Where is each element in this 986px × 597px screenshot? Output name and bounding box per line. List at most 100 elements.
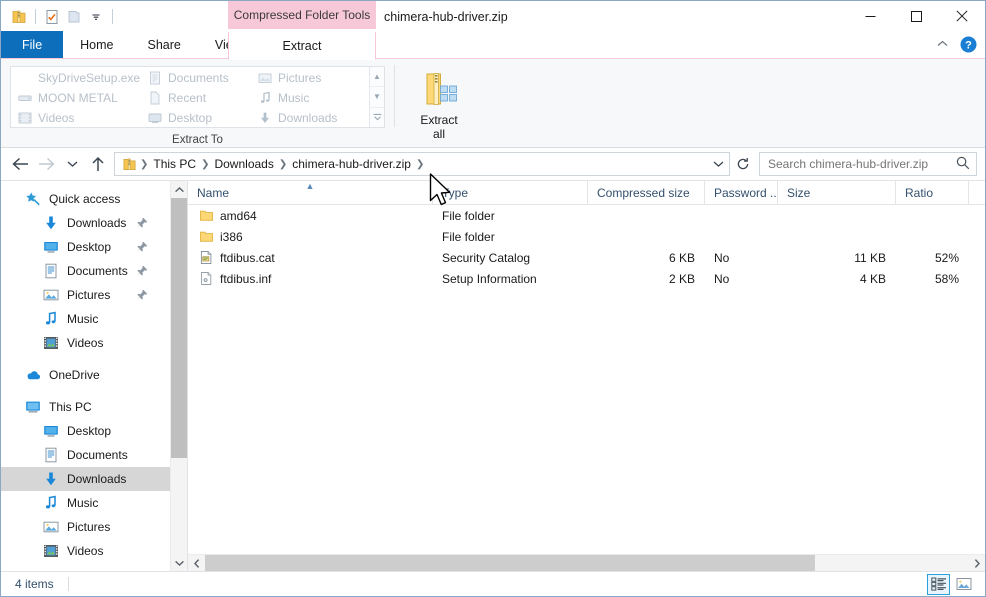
table-row[interactable]: i386 File folder [188, 226, 985, 247]
breadcrumb-current-zip[interactable]: chimera-hub-driver.zip [288, 154, 415, 175]
scroll-left-button[interactable] [188, 555, 205, 571]
gallery-item-moon-metal[interactable]: MOON METAL [13, 88, 143, 108]
breadcrumb-root-icon[interactable] [120, 154, 139, 175]
recent-locations-button[interactable] [59, 151, 85, 177]
star-pin-icon [25, 191, 41, 207]
breadcrumb-bar[interactable]: ❯ This PC ❯ Downloads ❯ chimera-hub-driv… [114, 152, 730, 176]
gallery-more-button[interactable] [370, 108, 384, 127]
sidebar-item-quick-access[interactable]: Quick access [1, 187, 170, 211]
horizontal-scrollbar[interactable] [188, 554, 985, 571]
extract-to-gallery[interactable]: SkyDriveSetup.exe Documents Pictures MOO… [10, 66, 385, 128]
gallery-item-downloads[interactable]: Downloads [253, 108, 368, 128]
sidebar-item-pc-documents[interactable]: Documents [1, 443, 170, 467]
sidebar-item-pc-downloads[interactable]: Downloads [1, 467, 170, 491]
chevron-down-icon[interactable] [709, 153, 727, 175]
scrollbar-thumb[interactable] [205, 555, 816, 571]
videos-icon [43, 335, 59, 351]
sidebar-label: Desktop [67, 424, 112, 438]
search-box[interactable] [759, 152, 977, 176]
sidebar-item-quick-music[interactable]: Music [1, 307, 170, 331]
sidebar-label: Downloads [67, 472, 127, 486]
breadcrumb-separator[interactable]: ❯ [200, 154, 210, 175]
scroll-down-button[interactable] [171, 554, 187, 571]
sidebar-item-pc-pictures[interactable]: Pictures [1, 515, 170, 539]
column-header-ratio[interactable]: Ratio [896, 181, 969, 204]
tab-file[interactable]: File [1, 31, 64, 58]
table-row[interactable]: amd64 File folder [188, 205, 985, 226]
gallery-item-pictures[interactable]: Pictures [253, 68, 368, 88]
column-header-size[interactable]: Size [778, 181, 896, 204]
status-separator [67, 577, 69, 591]
column-header-type[interactable]: Type [433, 181, 588, 204]
table-row[interactable]: ftdibus.inf Setup Information 2 KB No 4 … [188, 268, 985, 289]
pin-icon [136, 241, 148, 253]
up-button[interactable] [85, 151, 111, 177]
chevron-up-icon[interactable] [933, 35, 951, 53]
maximize-button[interactable] [893, 1, 939, 31]
sidebar-item-quick-documents[interactable]: Documents [1, 259, 170, 283]
scrollbar-thumb[interactable] [171, 198, 187, 458]
search-input[interactable] [768, 157, 956, 171]
breadcrumb-separator[interactable]: ❯ [278, 154, 288, 175]
gallery-item-skydrivesetup[interactable]: SkyDriveSetup.exe [13, 68, 143, 88]
tab-share[interactable]: Share [131, 31, 198, 58]
pin-icon [136, 289, 148, 301]
large-icons-view-button[interactable] [952, 574, 975, 595]
nav-section-gap [1, 387, 170, 395]
table-row[interactable]: ftdibus.cat Security Catalog 6 KB No 11 … [188, 247, 985, 268]
svg-text:?: ? [965, 39, 972, 51]
gallery-item-desktop[interactable]: Desktop [143, 108, 253, 128]
breadcrumb-separator[interactable]: ❯ [415, 154, 425, 175]
back-button[interactable] [7, 151, 33, 177]
sidebar-item-this-pc[interactable]: This PC [1, 395, 170, 419]
scroll-right-button[interactable] [968, 555, 985, 571]
sidebar-item-onedrive[interactable]: OneDrive [1, 363, 170, 387]
gallery-item-videos[interactable]: Videos [13, 108, 143, 128]
gallery-item-recent[interactable]: Recent [143, 88, 253, 108]
tab-home[interactable]: Home [63, 31, 130, 58]
gallery-scroll-down-button[interactable]: ▼ [370, 87, 384, 108]
music-icon [43, 311, 59, 327]
sidebar-item-quick-desktop[interactable]: Desktop [1, 235, 170, 259]
gallery-scroll-up-button[interactable]: ▲ [370, 67, 384, 88]
navigation-pane-scrollbar[interactable] [170, 181, 187, 571]
column-header-name[interactable]: ▲ Name [188, 181, 433, 204]
search-icon[interactable] [956, 156, 970, 173]
details-view-icon [930, 577, 946, 591]
sidebar-item-quick-downloads[interactable]: Downloads [1, 211, 170, 235]
scrollbar-track[interactable] [205, 555, 968, 571]
extract-all-icon [426, 73, 457, 105]
documents-icon [43, 263, 59, 279]
refresh-button[interactable] [731, 152, 755, 176]
sidebar-item-quick-pictures[interactable]: Pictures [1, 283, 170, 307]
minimize-button[interactable] [847, 1, 893, 31]
close-button[interactable] [939, 1, 985, 31]
forward-button[interactable] [33, 151, 59, 177]
column-header-compressed-size[interactable]: Compressed size [588, 181, 705, 204]
breadcrumb-downloads[interactable]: Downloads [210, 154, 277, 175]
downloads-icon [43, 471, 59, 487]
gallery-item-documents[interactable]: Documents [143, 68, 253, 88]
new-folder-icon[interactable] [63, 6, 85, 28]
zip-folder-icon[interactable] [8, 6, 30, 28]
file-password: No [714, 271, 730, 286]
column-header-password[interactable]: Password ... [705, 181, 778, 204]
details-view-button[interactable] [927, 573, 950, 595]
navigation-pane: Quick access Downloads Desktop Documents… [1, 181, 187, 571]
properties-icon[interactable] [41, 6, 63, 28]
sidebar-item-quick-videos[interactable]: Videos [1, 331, 170, 355]
customize-dropdown-icon[interactable] [85, 6, 107, 28]
scroll-up-button[interactable] [171, 181, 187, 198]
breadcrumb-separator[interactable]: ❯ [139, 154, 149, 175]
sidebar-item-pc-videos[interactable]: Videos [1, 539, 170, 563]
help-icon[interactable]: ? [960, 36, 977, 53]
extract-all-button[interactable]: Extract all [403, 66, 475, 144]
scrollbar-track[interactable] [171, 198, 187, 554]
downloads-icon [43, 215, 59, 231]
gallery-item-music[interactable]: Music [253, 88, 368, 108]
sidebar-item-pc-music[interactable]: Music [1, 491, 170, 515]
sidebar-item-pc-desktop[interactable]: Desktop [1, 419, 170, 443]
file-compressed-size: 2 KB [668, 271, 695, 286]
breadcrumb-this-pc[interactable]: This PC [149, 154, 200, 175]
tab-extract[interactable]: Extract [228, 32, 376, 60]
